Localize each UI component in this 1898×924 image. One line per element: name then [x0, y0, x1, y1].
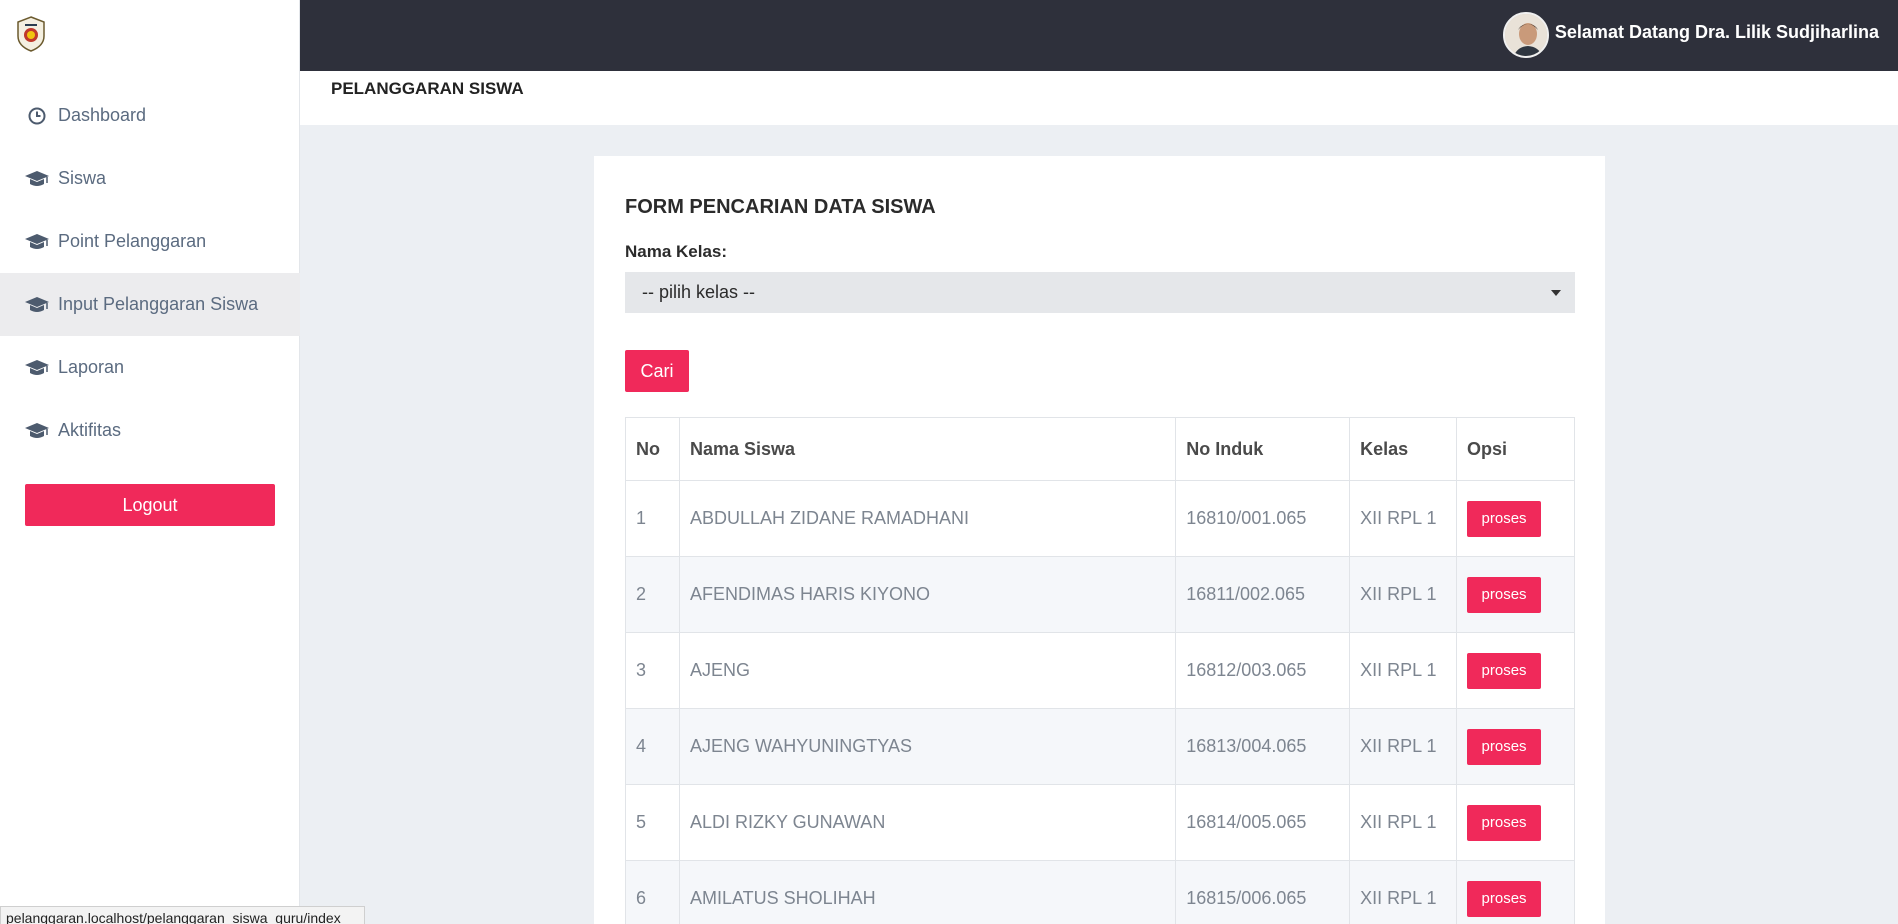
- sidebar-nav: Dashboard Siswa Point Pelanggaran Input …: [0, 84, 300, 462]
- clock-icon: [24, 106, 50, 126]
- sidebar-item-label: Input Pelanggaran Siswa: [58, 294, 259, 314]
- cell-opsi: proses: [1456, 860, 1575, 924]
- cell-nama: ALDI RIZKY GUNAWAN: [678, 784, 1177, 861]
- proses-button[interactable]: proses: [1467, 880, 1542, 917]
- status-bar-url: pelanggaran.localhost/pelanggaran_siswa_…: [0, 906, 365, 924]
- proses-button[interactable]: proses: [1467, 500, 1542, 537]
- graduation-cap-icon: [24, 421, 50, 441]
- table-row: 1 ABDULLAH ZIDANE RAMADHANI 16810/001.06…: [625, 480, 1575, 557]
- logout-button[interactable]: Logout: [25, 484, 275, 526]
- cell-nama: AJENG WAHYUNINGTYAS: [678, 708, 1177, 785]
- cell-no: 5: [625, 784, 680, 861]
- cell-opsi: proses: [1456, 708, 1575, 785]
- cell-nama: AMILATUS SHOLIHAH: [678, 860, 1177, 924]
- cell-induk: 16813/004.065: [1175, 708, 1351, 785]
- sidebar-item-label: Point Pelanggaran: [58, 231, 207, 251]
- sidebar-item-label: Laporan: [58, 357, 125, 377]
- page-header: PELANGGARAN SISWA: [300, 71, 1898, 125]
- cell-induk: 16810/001.065: [1175, 480, 1351, 557]
- cell-nama: AJENG: [678, 632, 1177, 709]
- sidebar-item-point-pelanggaran[interactable]: Point Pelanggaran: [0, 210, 300, 273]
- proses-button[interactable]: proses: [1467, 728, 1542, 765]
- welcome-text: Selamat Datang Dra. Lilik Sudjiharlina: [1554, 22, 1879, 42]
- cell-kelas: XII RPL 1: [1349, 632, 1458, 709]
- column-header-no: No: [625, 417, 680, 481]
- page-title: PELANGGARAN SISWA: [331, 79, 524, 98]
- cell-induk: 16814/005.065: [1175, 784, 1351, 861]
- kelas-select-value: -- pilih kelas --: [642, 282, 756, 302]
- cell-no: 2: [625, 556, 680, 633]
- sidebar-item-siswa[interactable]: Siswa: [0, 147, 300, 210]
- sidebar-item-laporan[interactable]: Laporan: [0, 336, 300, 399]
- cell-opsi: proses: [1456, 480, 1575, 557]
- column-header-opsi: Opsi: [1456, 417, 1575, 481]
- column-header-kelas: Kelas: [1349, 417, 1458, 481]
- form-title: FORM PENCARIAN DATA SISWA: [625, 196, 936, 218]
- cell-kelas: XII RPL 1: [1349, 784, 1458, 861]
- proses-button[interactable]: proses: [1467, 576, 1542, 613]
- cell-kelas: XII RPL 1: [1349, 708, 1458, 785]
- sidebar-item-aktifitas[interactable]: Aktifitas: [0, 399, 300, 462]
- graduation-cap-icon: [24, 232, 50, 252]
- sidebar-item-dashboard[interactable]: Dashboard: [0, 84, 300, 147]
- top-bar: Selamat Datang Dra. Lilik Sudjiharlina: [300, 0, 1898, 71]
- sidebar-item-label: Dashboard: [58, 105, 147, 125]
- proses-button[interactable]: proses: [1467, 652, 1542, 689]
- table-row: 4 AJENG WAHYUNINGTYAS 16813/004.065 XII …: [625, 708, 1575, 785]
- sidebar-item-label: Siswa: [58, 168, 107, 188]
- kelas-select[interactable]: -- pilih kelas --: [625, 272, 1575, 313]
- search-card: FORM PENCARIAN DATA SISWA Nama Kelas: --…: [594, 156, 1605, 924]
- cell-opsi: proses: [1456, 784, 1575, 861]
- table-row: 2 AFENDIMAS HARIS KIYONO 16811/002.065 X…: [625, 556, 1575, 633]
- cell-induk: 16812/003.065: [1175, 632, 1351, 709]
- student-table: No Nama Siswa No Induk Kelas Opsi 1 ABDU…: [625, 417, 1575, 924]
- table-row: 6 AMILATUS SHOLIHAH 16815/006.065 XII RP…: [625, 860, 1575, 924]
- cell-no: 4: [625, 708, 680, 785]
- proses-button[interactable]: proses: [1467, 804, 1542, 841]
- table-header-row: No Nama Siswa No Induk Kelas Opsi: [625, 417, 1575, 481]
- column-header-nama: Nama Siswa: [678, 417, 1177, 481]
- caret-down-icon: [1551, 290, 1561, 296]
- cell-opsi: proses: [1456, 556, 1575, 633]
- search-button[interactable]: Cari: [625, 350, 689, 392]
- sidebar-item-input-pelanggaran-siswa[interactable]: Input Pelanggaran Siswa: [0, 273, 300, 336]
- cell-no: 3: [625, 632, 680, 709]
- sidebar-item-label: Aktifitas: [58, 420, 122, 440]
- table-row: 3 AJENG 16812/003.065 XII RPL 1 proses: [625, 632, 1575, 709]
- cell-kelas: XII RPL 1: [1349, 860, 1458, 924]
- kelas-label: Nama Kelas:: [625, 242, 728, 261]
- column-header-induk: No Induk: [1175, 417, 1351, 481]
- graduation-cap-icon: [24, 169, 50, 189]
- cell-no: 6: [625, 860, 680, 924]
- cell-kelas: XII RPL 1: [1349, 480, 1458, 557]
- cell-opsi: proses: [1456, 632, 1575, 709]
- cell-induk: 16811/002.065: [1175, 556, 1351, 633]
- graduation-cap-icon: [24, 358, 50, 378]
- sidebar: Dashboard Siswa Point Pelanggaran Input …: [0, 0, 300, 924]
- graduation-cap-icon: [24, 295, 50, 315]
- cell-kelas: XII RPL 1: [1349, 556, 1458, 633]
- cell-nama: AFENDIMAS HARIS KIYONO: [678, 556, 1177, 633]
- school-logo-icon[interactable]: [16, 16, 46, 52]
- table-row: 5 ALDI RIZKY GUNAWAN 16814/005.065 XII R…: [625, 784, 1575, 861]
- cell-induk: 16815/006.065: [1175, 860, 1351, 924]
- avatar[interactable]: [1503, 12, 1549, 58]
- cell-no: 1: [625, 480, 680, 557]
- cell-nama: ABDULLAH ZIDANE RAMADHANI: [678, 480, 1177, 557]
